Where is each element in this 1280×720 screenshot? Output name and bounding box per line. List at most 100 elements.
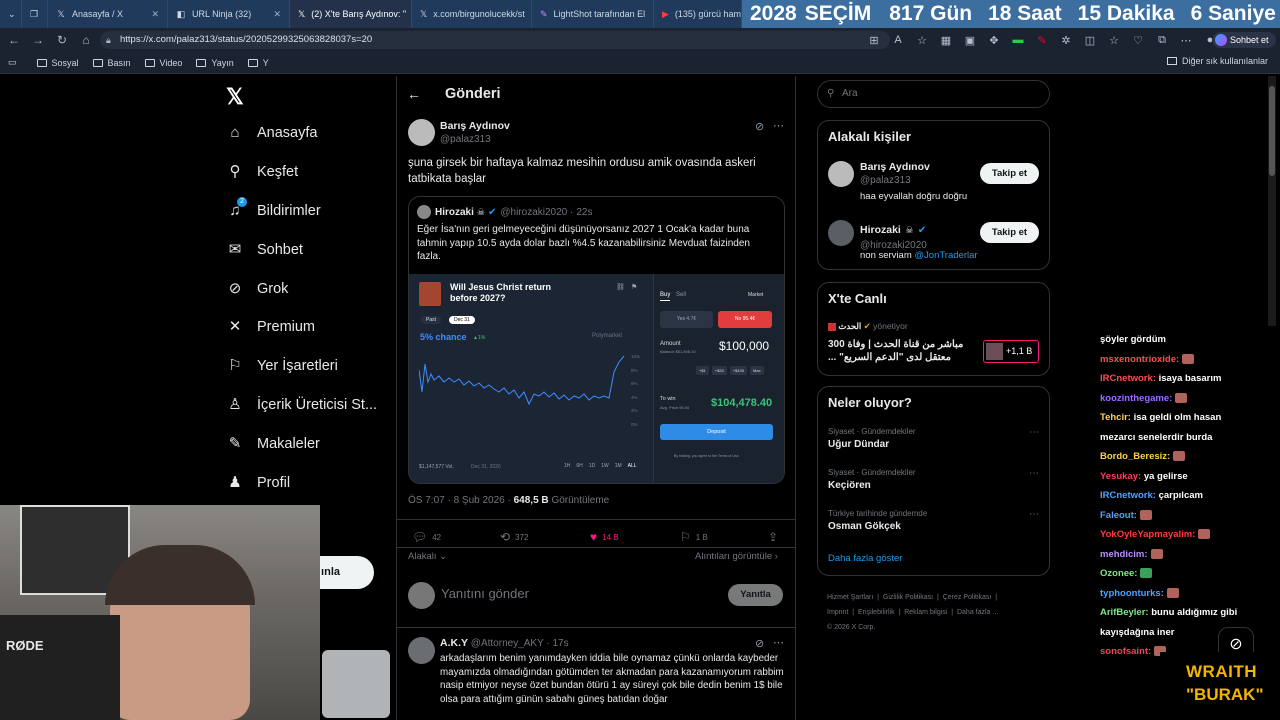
tab-search-icon[interactable]: ⊞ xyxy=(862,34,886,47)
more-options-icon[interactable]: ⋯ xyxy=(1029,427,1039,438)
sidebar-item-grok[interactable]: ⊘ Grok xyxy=(226,280,289,298)
more-options-icon[interactable]: ⋯ xyxy=(773,119,784,132)
extension-icon[interactable]: ✎ xyxy=(1030,34,1054,47)
more-options-icon[interactable]: ⋯ xyxy=(773,636,784,649)
bookmark-folder[interactable]: Video xyxy=(144,58,182,68)
search-input[interactable]: ⚲ Ara xyxy=(817,80,1050,108)
footer-link[interactable]: Daha fazla ... xyxy=(957,609,998,616)
person-info[interactable]: Hirozaki ☠ ✔ @hirozaki2020 xyxy=(860,220,927,251)
footer-link[interactable]: Gizlilik Politikası xyxy=(883,594,933,601)
sidebar-item-profile[interactable]: ♟ Profil xyxy=(226,474,290,492)
range-option[interactable]: 1M xyxy=(615,463,622,469)
avatar[interactable] xyxy=(408,637,435,664)
browser-essentials-icon[interactable]: ♡ xyxy=(1126,34,1150,47)
polymarket-image[interactable]: Will Jesus Christ return before 2027? ⛓ … xyxy=(409,274,784,483)
follow-button[interactable]: Takip et xyxy=(980,222,1039,243)
view-quotes-link[interactable]: Alıntıları görüntüle › xyxy=(695,551,778,562)
browser-tab[interactable]: ✎ LightShot tarafından El xyxy=(532,0,654,28)
bookmark-action[interactable]: ⚐ 1 B xyxy=(680,530,708,544)
avatar[interactable] xyxy=(828,220,854,246)
trend-name[interactable]: Uğur Dündar xyxy=(828,439,889,450)
sidebar-item-home[interactable]: ⌂ Anasayfa xyxy=(226,124,317,142)
bookmark-folder[interactable]: Sosyal xyxy=(36,58,79,68)
workspaces-icon[interactable]: ❐ xyxy=(22,0,48,28)
sidebar-item-bookmarks[interactable]: ⚐ Yer İşaretleri xyxy=(226,357,338,375)
quoted-tweet[interactable]: Hirozaki ☠ ✔ @hirozaki2020 · 22s Eğer İs… xyxy=(408,196,785,484)
time-range-selector[interactable]: 1H 6H 1D 1W 1M ALL xyxy=(564,463,637,469)
read-aloud-icon[interactable]: A xyxy=(886,34,910,46)
person-info[interactable]: Barış Aydınov @palaz313 xyxy=(860,161,930,186)
back-arrow-icon[interactable]: ← xyxy=(407,86,421,102)
browser-tab[interactable]: 𝕏x.com/birgunolucekk/st xyxy=(412,0,532,28)
sidebar-item-creator-studio[interactable]: ♙ İçerik Üreticisi St... xyxy=(226,396,377,414)
browser-tab[interactable]: ◧ URL Ninja (32) ✕ xyxy=(168,0,290,28)
more-options-icon[interactable]: ⋯ xyxy=(1029,509,1039,520)
show-more-link[interactable]: Daha fazla göster xyxy=(828,553,902,564)
more-icon[interactable]: ⋯ xyxy=(1174,34,1198,47)
footer-link[interactable]: Hizmet Şartları xyxy=(827,594,873,601)
live-title[interactable]: مباشر من قناة الحدث | وفاة 300 معتقل لدى… xyxy=(828,338,978,364)
trend-name[interactable]: Osman Gökçek xyxy=(828,521,901,532)
footer-link[interactable]: Çerez Politikası xyxy=(943,594,992,601)
extension-icon[interactable]: ▦ xyxy=(934,34,958,47)
grok-explain-icon[interactable]: ⊘ xyxy=(755,637,764,650)
other-favorites[interactable]: Diğer sık kullanılanlar xyxy=(1166,56,1268,66)
live-listener-count[interactable]: +1,1 B xyxy=(983,340,1039,363)
range-option[interactable]: 1W xyxy=(601,463,609,469)
repost-action[interactable]: ⟲ 372 xyxy=(500,530,528,544)
close-tab-icon[interactable]: ✕ xyxy=(145,9,159,20)
favorites-icon[interactable]: ☆ xyxy=(1102,34,1126,47)
browser-tab[interactable]: ▶ (135) gürcü hamsi xyxy=(654,0,742,28)
browser-tab-active[interactable]: 𝕏(2) X'te Barış Aydınov: "✕ xyxy=(290,0,412,28)
reload-icon[interactable]: ↻ xyxy=(50,33,74,47)
reply-input[interactable]: Yanıtını gönder xyxy=(441,586,711,601)
scrollbar-thumb[interactable] xyxy=(1269,86,1275,176)
more-options-icon[interactable]: ⋯ xyxy=(1029,468,1039,479)
extensions-puzzle-icon[interactable]: ✲ xyxy=(1054,34,1078,47)
footer-link[interactable]: Imprint xyxy=(827,609,848,616)
split-screen-icon[interactable]: ◫ xyxy=(1078,34,1102,47)
sidebar-item-explore[interactable]: ⚲ Keşfet xyxy=(226,163,299,181)
tab-list-button[interactable]: ⌄ xyxy=(0,0,22,28)
range-option[interactable]: 1D xyxy=(589,463,595,469)
bookmark-folder[interactable]: Yayın xyxy=(196,58,234,68)
avatar[interactable] xyxy=(828,161,854,187)
back-icon[interactable]: ← xyxy=(2,33,26,47)
bookmark-toggle-icon[interactable]: ▭ xyxy=(8,57,17,68)
browser-tab[interactable]: 𝕏 Anasayfa / X ✕ xyxy=(48,0,168,28)
forward-icon[interactable]: → xyxy=(26,33,50,47)
trend-name[interactable]: Keçiören xyxy=(828,480,871,491)
copilot-chat-button[interactable]: Sohbet et xyxy=(1212,32,1276,48)
follow-button[interactable]: Takip et xyxy=(980,163,1039,184)
like-action[interactable]: ♥ 14 B xyxy=(590,530,619,544)
extension-icon[interactable]: ▣ xyxy=(958,34,982,47)
sidebar-item-articles[interactable]: ✎ Makaleler xyxy=(226,435,320,453)
close-tab-icon[interactable]: ✕ xyxy=(267,9,281,20)
sidebar-item-notifications[interactable]: ♫ 2 Bildirimler xyxy=(226,197,321,220)
extension-icon[interactable]: ▬ xyxy=(1006,34,1030,46)
bookmark-folder[interactable]: Basın xyxy=(92,58,131,68)
bio-mention-link[interactable]: @JonTraderlar xyxy=(914,250,977,261)
range-option[interactable]: 6H xyxy=(576,463,582,469)
extension-icon[interactable]: ✥ xyxy=(982,34,1006,47)
url-field[interactable]: 🔒︎ https://x.com/palaz313/status/20205299… xyxy=(100,31,890,49)
tweet-author[interactable]: Barış Aydınov @palaz313 xyxy=(440,120,510,145)
live-host[interactable]: الحدث ✔ yönetiyor xyxy=(828,321,908,332)
footer-link[interactable]: Erişilebilirlik xyxy=(858,609,895,616)
x-logo-icon[interactable]: 𝕏 xyxy=(226,84,244,110)
range-option[interactable]: 1H xyxy=(564,463,570,469)
share-action[interactable]: ⇪ xyxy=(768,530,783,544)
favorite-star-icon[interactable]: ☆ xyxy=(910,34,934,47)
home-icon[interactable]: ⌂ xyxy=(74,33,98,47)
sidebar-item-premium[interactable]: ✕ Premium xyxy=(226,318,315,336)
avatar[interactable] xyxy=(408,119,435,146)
bookmark-folder[interactable]: Y xyxy=(247,58,269,68)
sidebar-item-messages[interactable]: ✉ Sohbet xyxy=(226,241,303,259)
related-dropdown[interactable]: Alakalı ⌄ xyxy=(408,551,447,562)
footer-link[interactable]: Reklam bilgisi xyxy=(904,609,947,616)
range-option[interactable]: ALL xyxy=(628,463,637,469)
page-scrollbar[interactable] xyxy=(1268,76,1276,326)
grok-explain-icon[interactable]: ⊘ xyxy=(755,120,764,133)
reply-action[interactable]: 💬︎ 42 xyxy=(412,530,441,544)
reply-button[interactable]: Yanıtla xyxy=(728,584,783,606)
